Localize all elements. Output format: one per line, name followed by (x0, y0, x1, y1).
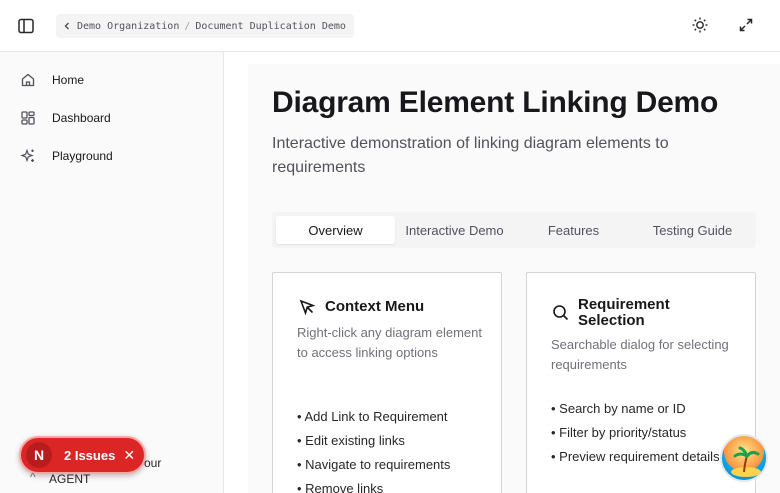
top-header: Demo Organization / Document Duplication… (0, 0, 780, 52)
issues-badge[interactable]: N 2 Issues ✕ (19, 436, 146, 474)
sidebar-toggle-icon[interactable] (16, 16, 36, 36)
tab-features[interactable]: Features (514, 216, 633, 244)
next-logo-icon: N (26, 442, 52, 468)
breadcrumb-item-organization[interactable]: Demo Organization (77, 21, 179, 32)
theme-toggle-sun-icon[interactable] (690, 15, 710, 35)
sidebar-item-dashboard[interactable]: Dashboard (20, 104, 111, 132)
card-title: Requirement Selection (578, 296, 670, 329)
sidebar-item-label: Playground (52, 149, 113, 163)
tab-overview[interactable]: Overview (276, 216, 395, 244)
card-description: Right-click any diagram element to acces… (297, 325, 482, 360)
sidebar-item-home[interactable]: Home (20, 66, 84, 94)
tab-list: Overview Interactive Demo Features Testi… (272, 212, 756, 248)
sidebar-item-playground[interactable]: Playground (20, 142, 113, 170)
tab-interactive-demo[interactable]: Interactive Demo (395, 216, 514, 244)
issues-count[interactable]: 2 Issues (64, 448, 115, 463)
sparkles-icon (20, 148, 34, 163)
list-item: • Filter by priority/status (551, 425, 687, 440)
breadcrumb: Demo Organization / Document Duplication… (56, 14, 354, 38)
breadcrumb-separator: / (184, 20, 191, 32)
expand-icon[interactable] (736, 15, 756, 35)
sidebar-item-label: Dashboard (52, 111, 111, 125)
breadcrumb-item-document[interactable]: Document Duplication Demo (195, 21, 346, 32)
agent-text-suffix: our (144, 456, 162, 470)
page-title: Diagram Element Linking Demo (272, 86, 719, 119)
list-item: • Search by name or ID (551, 401, 686, 416)
card-title: Context Menu (325, 298, 425, 315)
sidebar-item-label: Home (52, 73, 85, 87)
list-item: • Remove links (297, 481, 384, 493)
assistant-avatar[interactable] (720, 434, 768, 482)
list-item: • Preview requirement details (551, 449, 720, 464)
card-bullet-list: • Search by name or ID • Filter by prior… (551, 397, 741, 467)
search-icon (553, 305, 569, 321)
dashboard-icon (21, 111, 35, 125)
close-icon[interactable]: ✕ (123, 447, 135, 464)
home-icon (21, 73, 35, 87)
chevron-left-icon[interactable] (62, 21, 72, 31)
agent-label: AGENT (49, 472, 91, 486)
card-description: Searchable dialog for selecting requirem… (551, 337, 729, 372)
list-item: • Add Link to Requirement (297, 409, 448, 424)
sidebar: Home Dashboard Playground our AGENT ^ (0, 52, 224, 493)
card-bullet-list: • Add Link to Requirement • Edit existin… (297, 405, 487, 493)
cursor-pointer-icon (299, 299, 316, 316)
tab-testing-guide[interactable]: Testing Guide (633, 216, 752, 244)
list-item: • Navigate to requirements (297, 457, 451, 472)
feature-card-context-menu: Context Menu Right-click any diagram ele… (272, 272, 502, 493)
list-item: • Edit existing links (297, 433, 405, 448)
page-subtitle: Interactive demonstration of linking dia… (272, 135, 669, 176)
